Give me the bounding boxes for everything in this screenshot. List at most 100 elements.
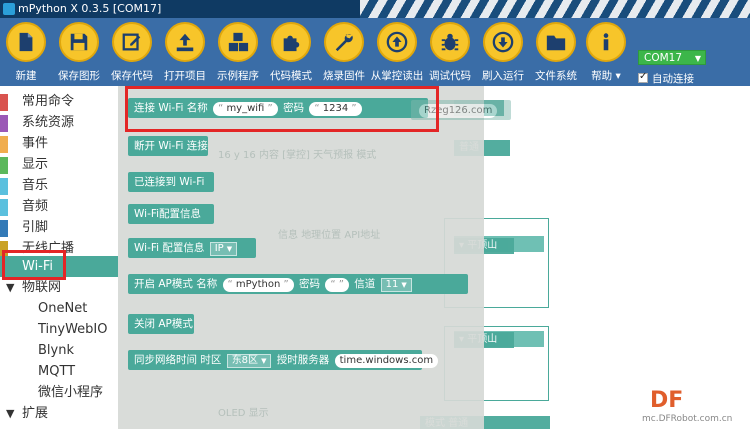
port-select[interactable]: COM17 ▼: [638, 50, 706, 65]
category-label: 引脚: [22, 220, 49, 235]
wifi-connect-highlight-box: [125, 86, 439, 132]
block-label: 关闭 AP模式: [134, 318, 193, 330]
code-mode-label: 代码模式: [270, 70, 312, 82]
close-ap-block[interactable]: 关闭 AP模式: [128, 314, 194, 334]
chevron-down-icon: ▼: [694, 54, 701, 63]
ntp-sync-block[interactable]: 同步网络时间 时区 东8区 ▼ 授时服务器 time.windows.com: [128, 350, 439, 370]
category-iot[interactable]: ▼ 物联网: [0, 278, 118, 298]
bug-icon: [441, 33, 459, 51]
auto-connect-checkbox[interactable]: 自动连接: [638, 70, 748, 86]
block-label: 断开 Wi-Fi 连接: [134, 140, 208, 152]
block-label: 已连接到 Wi-Fi: [134, 176, 205, 188]
save-icon: [70, 33, 88, 51]
channel-dropdown[interactable]: 11 ▼: [380, 278, 412, 292]
category-label: 显示: [22, 157, 49, 172]
auto-connect-label: 自动连接: [652, 73, 694, 85]
block-label: 同步网络时间 时区: [134, 354, 222, 366]
category-audio[interactable]: 音频: [0, 197, 118, 217]
category-pins[interactable]: 引脚: [0, 218, 118, 238]
upload-icon: [176, 33, 194, 52]
new-label: 新建: [15, 70, 37, 82]
block-flyout: 连接 Wi-Fi 名称 my_wifi 密码 1234 Rzeg126.com …: [118, 86, 511, 429]
dfrobot-logo: DF mc.DFRobot.com.cn: [640, 388, 744, 426]
block-label: Wi-Fi 配置信息: [134, 242, 205, 254]
background-place: 地理位置: [301, 230, 342, 241]
category-color-marker: [0, 220, 8, 237]
category-label: MQTT: [38, 364, 76, 379]
read-from-board-button[interactable]: 从掌控读出: [371, 20, 423, 84]
title-decoration: [360, 0, 750, 18]
save-graphic-label: 保存图形: [58, 70, 100, 82]
category-blynk[interactable]: Blynk: [0, 341, 118, 361]
category-music[interactable]: 音乐: [0, 176, 118, 196]
save-graphic-button[interactable]: 保存图形: [53, 20, 105, 84]
category-label: TinyWebIO: [38, 322, 108, 337]
caret-down-icon: ▼: [6, 281, 15, 294]
category-wechat[interactable]: 微信小程序: [0, 383, 118, 403]
background-text: 16 y 16 内容 [掌控] 天气预报 模式: [218, 146, 376, 161]
background-weather: [掌控] 天气预报: [282, 150, 354, 161]
category-color-marker: [0, 115, 8, 132]
background-text: OLED 显示: [218, 404, 269, 419]
category-extend[interactable]: ▼ 扩展: [0, 404, 118, 424]
category-color-marker: [0, 178, 8, 195]
background-content: 内容: [258, 150, 279, 161]
debug-code-button[interactable]: 调试代码: [424, 20, 476, 84]
category-label: Blynk: [38, 343, 74, 358]
code-mode-button[interactable]: 代码模式: [265, 20, 317, 84]
block-label: 开启 AP模式 名称: [134, 278, 218, 290]
flash-firmware-label: 烧录固件: [323, 70, 365, 82]
category-events[interactable]: 事件: [0, 134, 118, 154]
category-label: 音乐: [22, 178, 49, 193]
examples-label: 示例程序: [217, 70, 259, 82]
new-file-icon: [19, 32, 33, 52]
category-label: 微信小程序: [38, 385, 104, 400]
flash-firmware-button[interactable]: 烧录固件: [318, 20, 370, 84]
category-tinywebio[interactable]: TinyWebIO: [0, 320, 118, 340]
port-value: COM17: [644, 52, 683, 64]
ntp-server-field[interactable]: time.windows.com: [334, 354, 439, 368]
save-code-button[interactable]: 保存代码: [106, 20, 158, 84]
category-label: 音频: [22, 199, 49, 214]
block-label: 授时服务器: [276, 354, 330, 366]
wifi-config-info-ip-block[interactable]: Wi-Fi 配置信息 IP ▼: [128, 238, 256, 258]
help-button[interactable]: 帮助 ▾: [580, 20, 632, 84]
category-system[interactable]: 系统资源: [0, 113, 118, 133]
category-label: 事件: [22, 136, 49, 151]
category-mqtt[interactable]: MQTT: [0, 362, 118, 382]
timezone-dropdown[interactable]: 东8区 ▼: [226, 354, 272, 368]
open-project-button[interactable]: 打开项目: [159, 20, 211, 84]
open-project-label: 打开项目: [164, 70, 206, 82]
wifi-config-info-block[interactable]: Wi-Fi配置信息: [128, 204, 214, 224]
category-label: 系统资源: [22, 115, 75, 130]
ap-password-field[interactable]: [325, 278, 349, 292]
category-display[interactable]: 显示: [0, 155, 118, 175]
save-code-label: 保存代码: [111, 70, 153, 82]
logo-site: mc.DFRobot.com.cn: [642, 414, 733, 424]
window-title: mPython X 0.3.5 [COM17]: [18, 2, 162, 15]
ap-mode-block[interactable]: 开启 AP模式 名称 mPython 密码 信道 11▼: [128, 274, 468, 294]
wifi-connected-block[interactable]: 已连接到 Wi-Fi: [128, 172, 214, 192]
new-button[interactable]: 新建: [0, 20, 52, 84]
category-label: 物联网: [22, 280, 62, 295]
wifi-highlight-box: [2, 250, 66, 280]
flash-run-button[interactable]: 刷入运行: [477, 20, 529, 84]
category-color-marker: [0, 199, 8, 216]
chevron-down-icon: ▼: [401, 281, 407, 289]
chevron-down-icon: ▼: [226, 245, 233, 253]
category-common[interactable]: 常用命令: [0, 92, 118, 112]
category-label: 常用命令: [22, 94, 75, 109]
dropdown-value: IP: [214, 243, 224, 254]
examples-button[interactable]: 示例程序: [212, 20, 264, 84]
ip-dropdown[interactable]: IP ▼: [209, 242, 238, 256]
category-color-marker: [0, 157, 8, 174]
wifi-disconnect-block[interactable]: 断开 Wi-Fi 连接: [128, 136, 208, 156]
background-y: y: [233, 150, 240, 161]
file-system-button[interactable]: 文件系统: [530, 20, 582, 84]
ap-name-field[interactable]: mPython: [222, 278, 294, 292]
category-onenet[interactable]: OneNet: [0, 299, 118, 319]
category-label: OneNet: [38, 301, 88, 316]
arrow-down-circle-icon: [492, 31, 514, 53]
arrow-up-circle-icon: [386, 31, 408, 53]
workspace: 普通 ▾ 平顶山 ▾ 平顶山 模式 普通: [420, 86, 750, 429]
